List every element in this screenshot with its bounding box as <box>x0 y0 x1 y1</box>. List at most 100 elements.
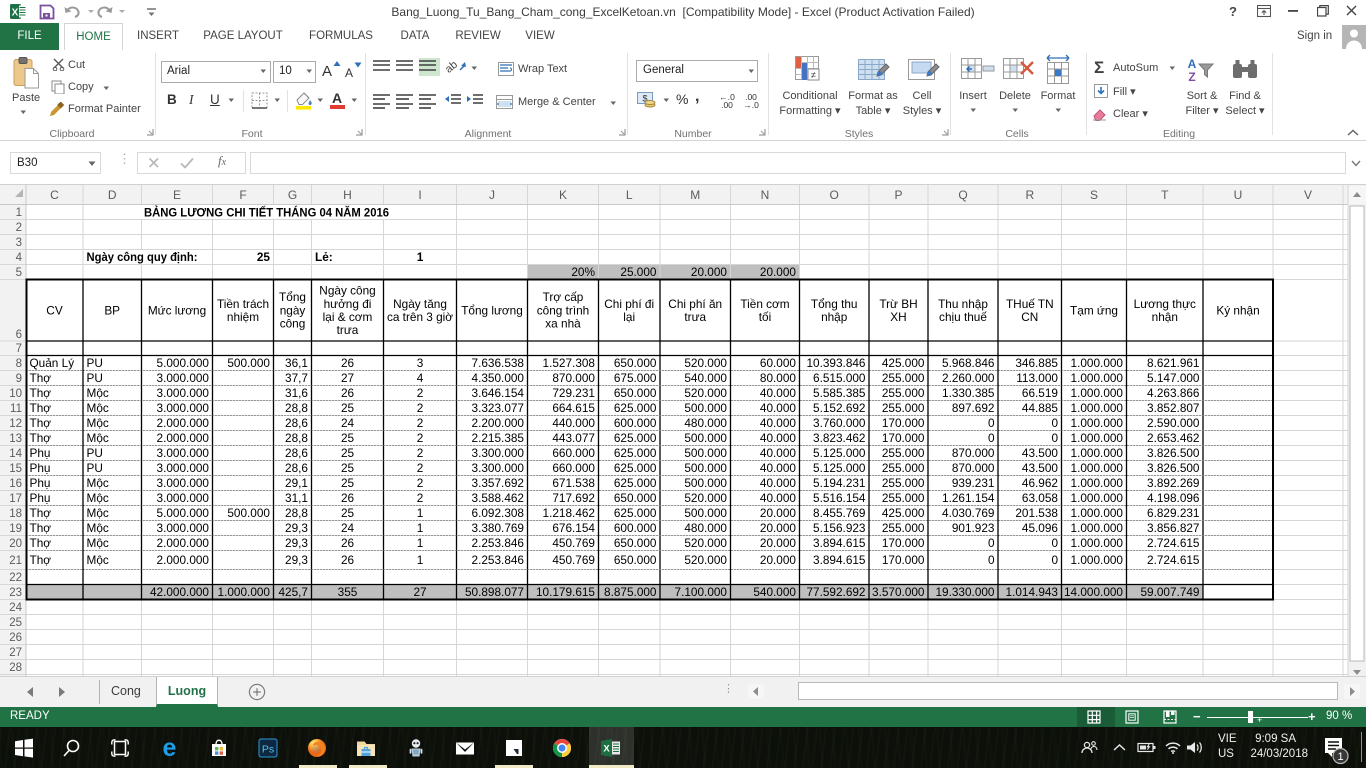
svg-text:2: 2 <box>417 386 424 400</box>
svg-text:5.000.000: 5.000.000 <box>157 356 210 370</box>
svg-text:3.300.000: 3.300.000 <box>472 461 525 475</box>
svg-text:28,6: 28,6 <box>285 446 308 460</box>
svg-text:3.000.000: 3.000.000 <box>157 521 210 535</box>
svg-text:1.014.943: 1.014.943 <box>1006 585 1059 599</box>
svg-text:255.000: 255.000 <box>882 461 925 475</box>
svg-text:520.000: 520.000 <box>684 491 727 505</box>
svg-text:I: I <box>418 188 421 202</box>
svg-text:5.152.692: 5.152.692 <box>813 401 865 415</box>
svg-text:63.058: 63.058 <box>1022 491 1059 505</box>
svg-text:870.000: 870.000 <box>952 446 995 460</box>
svg-text:1: 1 <box>16 207 22 219</box>
svg-text:18: 18 <box>9 508 22 520</box>
svg-text:1.000.000: 1.000.000 <box>218 585 271 599</box>
svg-text:Thợ: Thợ <box>30 371 52 385</box>
svg-text:2.724.615: 2.724.615 <box>1147 536 1200 550</box>
svg-text:170.000: 170.000 <box>882 431 925 445</box>
svg-text:40.000: 40.000 <box>760 431 797 445</box>
svg-text:D: D <box>108 188 117 202</box>
svg-text:625.000: 625.000 <box>614 476 657 490</box>
svg-text:500.000: 500.000 <box>684 446 727 460</box>
svg-text:897.692: 897.692 <box>952 401 995 415</box>
svg-text:520.000: 520.000 <box>684 386 727 400</box>
svg-text:2: 2 <box>417 491 424 505</box>
svg-text:664.615: 664.615 <box>552 401 595 415</box>
svg-text:C: C <box>50 188 59 202</box>
svg-text:28: 28 <box>9 662 22 674</box>
svg-text:Thợ: Thợ <box>30 416 52 430</box>
svg-text:8.621.961: 8.621.961 <box>1147 356 1199 370</box>
svg-text:600.000: 600.000 <box>614 521 657 535</box>
svg-text:Ngày công: Ngày công <box>319 284 375 298</box>
svg-text:3.894.615: 3.894.615 <box>813 536 866 550</box>
svg-text:Mức lương: Mức lương <box>148 303 206 317</box>
svg-text:42.000.000: 42.000.000 <box>150 585 209 599</box>
svg-text:2: 2 <box>16 222 22 234</box>
svg-text:1.000.000: 1.000.000 <box>1071 431 1124 445</box>
svg-text:7.636.538: 7.636.538 <box>472 356 525 370</box>
svg-text:Trợ cấp: Trợ cấp <box>543 290 584 304</box>
svg-text:7: 7 <box>16 343 22 355</box>
svg-text:255.000: 255.000 <box>882 386 925 400</box>
svg-text:25: 25 <box>341 476 355 490</box>
svg-text:3.000.000: 3.000.000 <box>157 371 210 385</box>
svg-text:2: 2 <box>417 431 424 445</box>
svg-text:Thợ: Thợ <box>30 553 52 567</box>
svg-text:3.646.154: 3.646.154 <box>472 386 525 400</box>
svg-text:R: R <box>1025 188 1034 202</box>
svg-text:PU: PU <box>87 446 103 460</box>
svg-text:25: 25 <box>341 401 355 415</box>
svg-text:255.000: 255.000 <box>882 476 925 490</box>
svg-text:3.000.000: 3.000.000 <box>157 461 210 475</box>
svg-text:675.000: 675.000 <box>614 371 657 385</box>
svg-text:1.000.000: 1.000.000 <box>1071 491 1124 505</box>
svg-text:625.000: 625.000 <box>614 461 657 475</box>
svg-text:60.000: 60.000 <box>760 356 797 370</box>
svg-text:201.538: 201.538 <box>1015 506 1058 520</box>
svg-text:hưởng đi: hưởng đi <box>324 297 372 311</box>
svg-text:1.330.385: 1.330.385 <box>942 386 995 400</box>
svg-text:2.653.462: 2.653.462 <box>1147 431 1199 445</box>
svg-text:23: 23 <box>9 587 22 599</box>
svg-text:3.000.000: 3.000.000 <box>157 476 210 490</box>
svg-text:BP: BP <box>104 303 120 317</box>
svg-text:26: 26 <box>341 553 355 567</box>
svg-text:5.125.000: 5.125.000 <box>813 446 866 460</box>
svg-text:14: 14 <box>9 448 22 460</box>
svg-text:1: 1 <box>417 506 424 520</box>
svg-text:113.000: 113.000 <box>1016 371 1058 385</box>
svg-text:625.000: 625.000 <box>614 431 657 445</box>
svg-text:3.894.615: 3.894.615 <box>813 553 866 567</box>
svg-text:1.527.308: 1.527.308 <box>543 356 596 370</box>
svg-text:3.588.462: 3.588.462 <box>472 491 524 505</box>
svg-text:717.692: 717.692 <box>552 491 595 505</box>
svg-text:3.823.462: 3.823.462 <box>813 431 865 445</box>
svg-text:Mộc: Mộc <box>87 431 109 445</box>
svg-text:O: O <box>830 188 839 202</box>
svg-text:255.000: 255.000 <box>882 371 925 385</box>
svg-text:27: 27 <box>341 371 354 385</box>
svg-text:443.077: 443.077 <box>552 431 595 445</box>
svg-text:P: P <box>894 188 902 202</box>
svg-text:37,7: 37,7 <box>285 371 308 385</box>
svg-text:1: 1 <box>1337 751 1343 763</box>
svg-text:Tiền trách: Tiền trách <box>217 297 269 311</box>
svg-text:T: T <box>1161 188 1169 202</box>
svg-text:M: M <box>690 188 700 202</box>
svg-text:650.000: 650.000 <box>614 536 657 550</box>
svg-text:600.000: 600.000 <box>614 416 657 430</box>
svg-text:1.218.462: 1.218.462 <box>543 506 595 520</box>
svg-text:Mộc: Mộc <box>87 401 109 415</box>
svg-text:PU: PU <box>87 371 103 385</box>
svg-text:500.000: 500.000 <box>227 356 270 370</box>
svg-text:28,6: 28,6 <box>285 416 308 430</box>
svg-text:Mộc: Mộc <box>87 521 109 535</box>
svg-text:0: 0 <box>1051 416 1058 430</box>
svg-text:28,8: 28,8 <box>285 401 308 415</box>
svg-text:25.000: 25.000 <box>620 265 657 279</box>
svg-text:520.000: 520.000 <box>684 553 727 567</box>
svg-text:450.769: 450.769 <box>552 553 595 567</box>
svg-text:1: 1 <box>417 553 424 567</box>
svg-text:Thợ: Thợ <box>30 401 52 415</box>
svg-text:THuế TN: THuế TN <box>1006 297 1054 311</box>
